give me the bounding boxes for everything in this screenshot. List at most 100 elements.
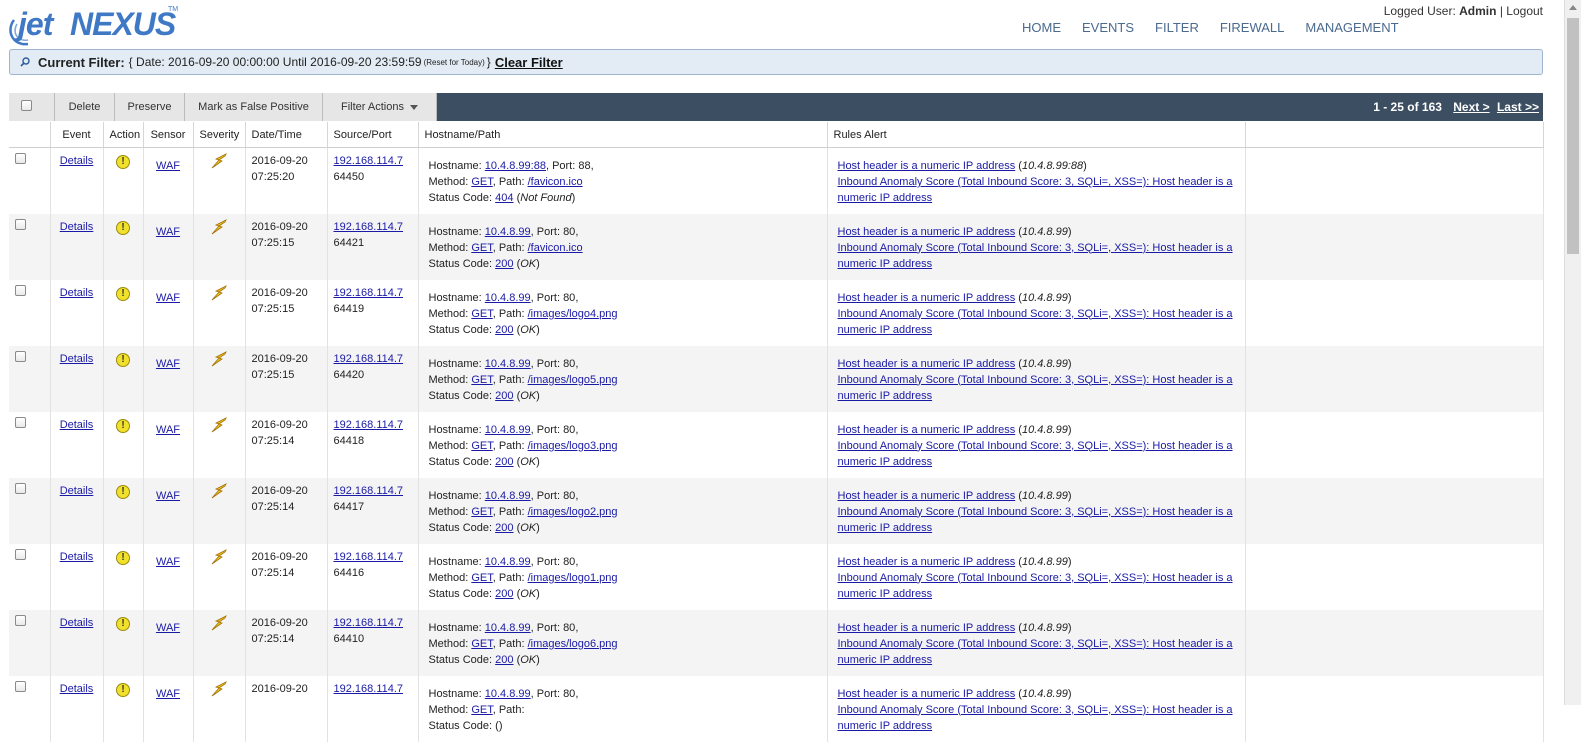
method-link[interactable]: GET	[471, 242, 492, 254]
status-code-link[interactable]: 200	[495, 258, 513, 270]
sensor-link[interactable]: WAF	[156, 556, 180, 568]
sensor-link[interactable]: WAF	[156, 160, 180, 172]
delete-button[interactable]: Delete	[55, 93, 115, 121]
source-ip-link[interactable]: 192.168.114.7	[334, 551, 404, 563]
sensor-link[interactable]: WAF	[156, 358, 180, 370]
source-ip-link[interactable]: 192.168.114.7	[334, 617, 404, 629]
rule-numeric-host-link[interactable]: Host header is a numeric IP address	[838, 292, 1016, 304]
preserve-button[interactable]: Preserve	[115, 93, 185, 121]
hostname-link[interactable]: 10.4.8.99	[485, 358, 531, 370]
path-link[interactable]: /images/logo6.png	[528, 638, 618, 650]
details-link[interactable]: Details	[60, 485, 94, 497]
row-checkbox[interactable]	[15, 284, 26, 296]
nav-management[interactable]: MANAGEMENT	[1305, 20, 1398, 35]
sensor-link[interactable]: WAF	[156, 292, 180, 304]
rule-anomaly-score-link[interactable]: Inbound Anomaly Score (Total Inbound Sco…	[838, 242, 1233, 270]
method-link[interactable]: GET	[471, 638, 492, 650]
row-checkbox[interactable]	[15, 614, 26, 626]
path-link[interactable]: /favicon.ico	[528, 176, 583, 188]
source-ip-link[interactable]: 192.168.114.7	[334, 155, 404, 167]
row-checkbox[interactable]	[15, 416, 26, 428]
status-code-link[interactable]: 200	[495, 522, 513, 534]
source-ip-link[interactable]: 192.168.114.7	[334, 419, 404, 431]
method-link[interactable]: GET	[471, 308, 492, 320]
source-ip-link[interactable]: 192.168.114.7	[334, 353, 404, 365]
hostname-link[interactable]: 10.4.8.99	[485, 424, 531, 436]
rule-anomaly-score-link[interactable]: Inbound Anomaly Score (Total Inbound Sco…	[838, 374, 1233, 402]
sensor-link[interactable]: WAF	[156, 688, 180, 700]
details-link[interactable]: Details	[60, 353, 94, 365]
next-page-link[interactable]: Next >	[1453, 100, 1489, 114]
method-link[interactable]: GET	[471, 176, 492, 188]
method-link[interactable]: GET	[471, 440, 492, 452]
rule-numeric-host-link[interactable]: Host header is a numeric IP address	[838, 226, 1016, 238]
status-code-link[interactable]: 200	[495, 390, 513, 402]
rule-anomaly-score-link[interactable]: Inbound Anomaly Score (Total Inbound Sco…	[838, 638, 1233, 666]
rule-anomaly-score-link[interactable]: Inbound Anomaly Score (Total Inbound Sco…	[838, 704, 1233, 732]
status-code-link[interactable]: 200	[495, 456, 513, 468]
source-ip-link[interactable]: 192.168.114.7	[334, 287, 404, 299]
hostname-link[interactable]: 10.4.8.99	[485, 556, 531, 568]
hostname-link[interactable]: 10.4.8.99	[485, 292, 531, 304]
method-link[interactable]: GET	[471, 572, 492, 584]
path-link[interactable]: /images/logo2.png	[528, 506, 618, 518]
filter-actions-dropdown[interactable]: Filter Actions	[323, 93, 437, 121]
path-link[interactable]: /images/logo4.png	[528, 308, 618, 320]
row-checkbox[interactable]	[15, 548, 26, 560]
details-link[interactable]: Details	[60, 221, 94, 233]
rule-numeric-host-link[interactable]: Host header is a numeric IP address	[838, 622, 1016, 634]
sensor-link[interactable]: WAF	[156, 226, 180, 238]
status-code-link[interactable]: 200	[495, 588, 513, 600]
source-ip-link[interactable]: 192.168.114.7	[334, 485, 404, 497]
rule-anomaly-score-link[interactable]: Inbound Anomaly Score (Total Inbound Sco…	[838, 308, 1233, 336]
row-checkbox[interactable]	[15, 218, 26, 230]
rule-anomaly-score-link[interactable]: Inbound Anomaly Score (Total Inbound Sco…	[838, 572, 1233, 600]
logout-link[interactable]: Logout	[1506, 4, 1543, 18]
method-link[interactable]: GET	[471, 704, 492, 716]
nav-filter[interactable]: FILTER	[1155, 20, 1199, 35]
rule-numeric-host-link[interactable]: Host header is a numeric IP address	[838, 556, 1016, 568]
hostname-link[interactable]: 10.4.8.99	[485, 622, 531, 634]
hostname-link[interactable]: 10.4.8.99	[485, 490, 531, 502]
details-link[interactable]: Details	[60, 683, 94, 695]
details-link[interactable]: Details	[60, 551, 94, 563]
sensor-link[interactable]: WAF	[156, 490, 180, 502]
rule-anomaly-score-link[interactable]: Inbound Anomaly Score (Total Inbound Sco…	[838, 440, 1233, 468]
row-checkbox[interactable]	[15, 153, 26, 164]
hostname-link[interactable]: 10.4.8.99:88	[485, 160, 546, 172]
hostname-link[interactable]: 10.4.8.99	[485, 688, 531, 700]
rule-anomaly-score-link[interactable]: Inbound Anomaly Score (Total Inbound Sco…	[838, 176, 1233, 204]
source-ip-link[interactable]: 192.168.114.7	[334, 683, 404, 695]
status-code-link[interactable]: 200	[495, 324, 513, 336]
rule-numeric-host-link[interactable]: Host header is a numeric IP address	[838, 490, 1016, 502]
sensor-link[interactable]: WAF	[156, 424, 180, 436]
row-checkbox[interactable]	[15, 350, 26, 362]
details-link[interactable]: Details	[60, 419, 94, 431]
row-checkbox[interactable]	[15, 680, 26, 692]
hostname-link[interactable]: 10.4.8.99	[485, 226, 531, 238]
status-code-link[interactable]: 200	[495, 654, 513, 666]
rule-numeric-host-link[interactable]: Host header is a numeric IP address	[838, 358, 1016, 370]
rule-numeric-host-link[interactable]: Host header is a numeric IP address	[838, 424, 1016, 436]
select-all-checkbox[interactable]	[21, 100, 32, 111]
last-page-link[interactable]: Last >>	[1497, 100, 1539, 114]
details-link[interactable]: Details	[60, 155, 94, 167]
mark-false-positive-button[interactable]: Mark as False Positive	[185, 93, 323, 121]
method-link[interactable]: GET	[471, 506, 492, 518]
rule-numeric-host-link[interactable]: Host header is a numeric IP address	[838, 160, 1016, 172]
method-link[interactable]: GET	[471, 374, 492, 386]
status-code-link[interactable]: 404	[495, 192, 513, 204]
scroll-up-arrow-icon[interactable]	[1569, 5, 1577, 10]
clear-filter-link[interactable]: Clear Filter	[495, 55, 563, 70]
details-link[interactable]: Details	[60, 287, 94, 299]
path-link[interactable]: /images/logo5.png	[528, 374, 618, 386]
rule-anomaly-score-link[interactable]: Inbound Anomaly Score (Total Inbound Sco…	[838, 506, 1233, 534]
reset-for-today-link[interactable]: (Reset for Today)	[424, 58, 485, 67]
scrollbar-thumb[interactable]	[1567, 18, 1579, 254]
path-link[interactable]: /images/logo3.png	[528, 440, 618, 452]
rule-numeric-host-link[interactable]: Host header is a numeric IP address	[838, 688, 1016, 700]
path-link[interactable]: /favicon.ico	[528, 242, 583, 254]
source-ip-link[interactable]: 192.168.114.7	[334, 221, 404, 233]
nav-events[interactable]: EVENTS	[1082, 20, 1134, 35]
sensor-link[interactable]: WAF	[156, 622, 180, 634]
